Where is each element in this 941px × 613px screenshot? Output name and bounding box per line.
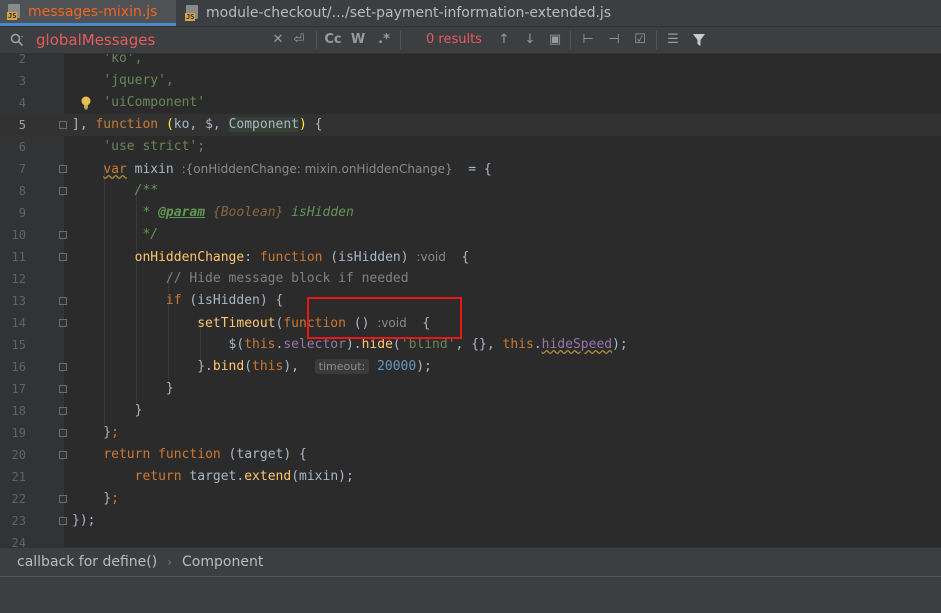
tab-label: module-checkout/.../set-payment-informat… xyxy=(206,5,612,21)
chevron-right-icon: › xyxy=(167,555,173,569)
words-button[interactable]: W xyxy=(349,31,367,49)
tab-set-payment-information-extended[interactable]: JS module-checkout/.../set-payment-infor… xyxy=(178,0,620,26)
search-results-count: 0 results xyxy=(426,32,482,47)
select-all-occurrences-icon[interactable]: ▣ xyxy=(546,31,564,49)
code-line-23: 23 }); xyxy=(11,513,96,528)
code-line-16: 16 }.bind(this), timeout: 20000); xyxy=(11,359,432,374)
code-editor[interactable]: 2 'ko', 3 'jquery', 4 'uiComponent' 5 ],… xyxy=(0,54,941,547)
fold-marker-icon[interactable] xyxy=(59,121,67,129)
fold-marker-icon[interactable] xyxy=(59,187,67,195)
code-line-2: 2 'ko', xyxy=(18,54,143,66)
add-occurrence-icon[interactable]: ⊢ xyxy=(578,31,598,49)
arrow-down-icon[interactable]: ↓ xyxy=(522,31,538,49)
code-line-20: 20 return function (target) { xyxy=(11,447,307,462)
fold-marker-icon[interactable] xyxy=(59,253,67,261)
code-line-24: 24 xyxy=(11,536,26,547)
fold-marker-icon[interactable] xyxy=(59,165,67,173)
code-line-6: 6 'use strict'; xyxy=(18,139,206,154)
fold-marker-icon[interactable] xyxy=(59,363,67,371)
fold-marker-icon[interactable] xyxy=(59,429,67,437)
search-input[interactable] xyxy=(36,30,266,50)
filter-icon[interactable] xyxy=(692,33,706,47)
code-line-22: 22 }; xyxy=(11,491,119,506)
breadcrumb: callback for define() › Component xyxy=(0,547,941,576)
code-line-10: 10 */ xyxy=(11,227,159,242)
js-file-icon: JS xyxy=(7,3,22,20)
code-line-7: 7 var mixin :{onHiddenChange: mixin.onHi… xyxy=(18,162,492,177)
fold-marker-icon[interactable] xyxy=(59,385,67,393)
tab-messages-mixin[interactable]: JS messages-mixin.js xyxy=(0,0,176,26)
code-line-5: 5 ], function (ko, $, Component) { xyxy=(0,114,941,136)
fold-marker-icon[interactable] xyxy=(59,495,67,503)
code-line-19: 19 }; xyxy=(11,425,119,440)
fold-marker-icon[interactable] xyxy=(59,231,67,239)
code-line-8: 8 /** xyxy=(18,183,159,198)
search-icon[interactable] xyxy=(10,33,24,47)
code-line-11: 11 onHiddenChange: function (isHidden) :… xyxy=(11,250,470,265)
code-line-9: 9 * @param {Boolean} isHidden xyxy=(18,205,354,220)
code-line-15: 15 $(this.selector).hide('blind', {}, th… xyxy=(11,337,628,352)
arrow-up-icon[interactable]: ↑ xyxy=(496,31,512,49)
fold-marker-icon[interactable] xyxy=(59,517,67,525)
match-case-button[interactable]: Cc xyxy=(322,31,344,49)
code-line-3: 3 'jquery', xyxy=(18,73,174,88)
fold-marker-icon[interactable] xyxy=(59,407,67,415)
code-line-21: 21 return target.extend(mixin); xyxy=(11,469,354,484)
fold-marker-icon[interactable] xyxy=(59,451,67,459)
remove-occurrence-icon[interactable]: ⊣ xyxy=(604,31,624,49)
fold-marker-icon[interactable] xyxy=(59,297,67,305)
editor-tab-bar: JS messages-mixin.js JS module-checkout/… xyxy=(0,0,941,27)
breadcrumb-item-component[interactable]: Component xyxy=(178,554,267,570)
code-line-4: 4 'uiComponent' xyxy=(18,95,206,110)
breadcrumb-item-callback[interactable]: callback for define() xyxy=(13,554,161,570)
tab-label: messages-mixin.js xyxy=(28,3,158,20)
code-line-14: 14 setTimeout(function () :void { xyxy=(11,316,431,331)
select-occurrences-icon[interactable]: ☑ xyxy=(630,31,650,49)
find-bar: ✕ ⏎ Cc W .* 0 results ↑ ↓ ▣ ⊢ ⊣ ☑ ☰ xyxy=(0,27,941,54)
status-bar xyxy=(0,576,941,613)
code-line-18: 18 } xyxy=(11,403,143,418)
code-line-12: 12 // Hide message block if needed xyxy=(11,271,409,286)
new-line-icon[interactable]: ⏎ xyxy=(290,31,308,49)
code-line-17: 17 } xyxy=(11,381,174,396)
filter-lines-icon[interactable]: ☰ xyxy=(664,31,682,49)
code-line-13: 13 if (isHidden) { xyxy=(11,293,284,308)
regex-button[interactable]: .* xyxy=(374,31,394,49)
js-file-icon: JS xyxy=(185,5,200,21)
clear-search-icon[interactable]: ✕ xyxy=(270,31,286,49)
fold-marker-icon[interactable] xyxy=(59,319,67,327)
highlight-box xyxy=(307,297,462,339)
